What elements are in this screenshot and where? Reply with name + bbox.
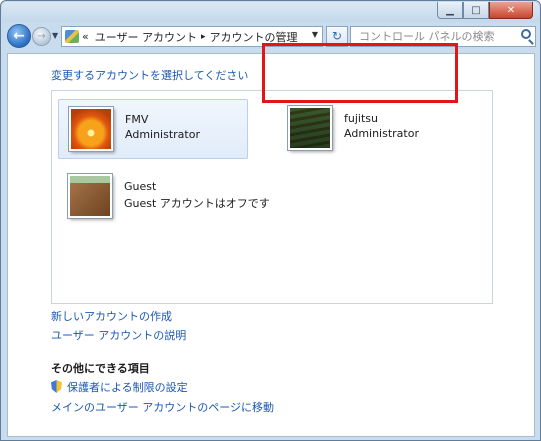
search-placeholder: コントロール パネルの検索: [359, 30, 495, 43]
other-tasks-heading: その他にできる項目: [51, 362, 150, 375]
account-name: Guest: [124, 180, 157, 193]
account-tile-fujitsu[interactable]: fujitsu Administrator: [278, 99, 468, 159]
about-accounts-link[interactable]: ユーザー アカウントの説明: [51, 327, 186, 343]
content-area: 変更するアカウントを選択してください FMV Administrator fuj…: [7, 53, 535, 437]
window-controls: ▁ □ ✕: [437, 2, 533, 20]
account-type: Administrator: [125, 128, 200, 141]
control-panel-icon: [65, 30, 79, 43]
account-name: FMV: [125, 113, 149, 126]
window-frame: ▁ □ ✕ ← → ▼ « ユーザー アカウント ▸ アカウントの管理 ▼ ↻ …: [0, 0, 541, 441]
account-picture-flower-icon: [69, 107, 113, 151]
parental-controls-link[interactable]: 保護者による制限の設定: [51, 379, 188, 395]
account-tile-guest[interactable]: Guest Guest アカウントはオフです: [58, 167, 278, 227]
address-dropdown-icon[interactable]: ▼: [312, 30, 318, 39]
close-button[interactable]: ✕: [489, 2, 533, 19]
account-picture-stairs-icon: [288, 106, 332, 150]
breadcrumb-separator-icon[interactable]: ▸: [201, 32, 206, 42]
account-tile-fmv[interactable]: FMV Administrator: [58, 99, 248, 159]
maximize-button[interactable]: □: [463, 2, 489, 19]
breadcrumb-overflow[interactable]: «: [82, 30, 89, 43]
account-type: Administrator: [344, 127, 419, 140]
recent-pages-dropdown-icon[interactable]: ▼: [52, 31, 58, 40]
account-picture-briefcase-icon: [68, 174, 112, 218]
search-icon[interactable]: [521, 29, 531, 39]
refresh-button[interactable]: ↻: [326, 26, 348, 47]
create-account-link[interactable]: 新しいアカウントの作成: [51, 308, 172, 324]
navigation-bar: ← → ▼ « ユーザー アカウント ▸ アカウントの管理 ▼ ↻ コントロール…: [2, 22, 539, 52]
breadcrumb-manage-accounts[interactable]: アカウントの管理: [210, 29, 298, 45]
main-accounts-page-link[interactable]: メインのユーザー アカウントのページに移動: [51, 399, 274, 415]
parental-controls-label: 保護者による制限の設定: [67, 381, 188, 394]
forward-button[interactable]: →: [32, 27, 51, 46]
breadcrumb-user-accounts[interactable]: ユーザー アカウント: [95, 29, 197, 45]
title-bar: ▁ □ ✕: [2, 2, 539, 22]
search-input[interactable]: コントロール パネルの検索: [350, 26, 536, 47]
minimize-button[interactable]: ▁: [437, 2, 463, 19]
account-list-panel: FMV Administrator fujitsu Administrator …: [51, 90, 493, 304]
address-bar[interactable]: « ユーザー アカウント ▸ アカウントの管理 ▼: [61, 26, 323, 47]
select-account-prompt: 変更するアカウントを選択してください: [51, 69, 249, 82]
back-button[interactable]: ←: [7, 24, 31, 48]
account-type: Guest アカウントはオフです: [124, 197, 270, 210]
uac-shield-icon: [51, 380, 62, 393]
account-name: fujitsu: [344, 112, 378, 125]
